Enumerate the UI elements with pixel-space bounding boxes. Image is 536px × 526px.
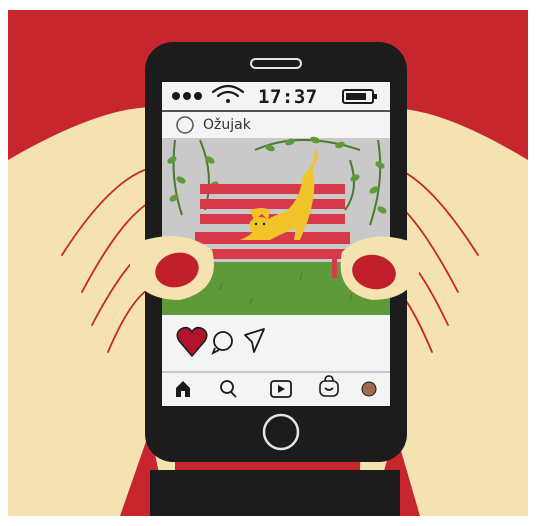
profile-avatar-icon[interactable] xyxy=(361,381,377,397)
status-time: 17:37 xyxy=(258,86,318,108)
phone-illustration-svg xyxy=(0,0,536,522)
illustration: 17:37 Ožujak xyxy=(0,0,536,522)
signal-dots-icon xyxy=(172,92,202,100)
post-username[interactable]: Ožujak xyxy=(203,117,251,133)
